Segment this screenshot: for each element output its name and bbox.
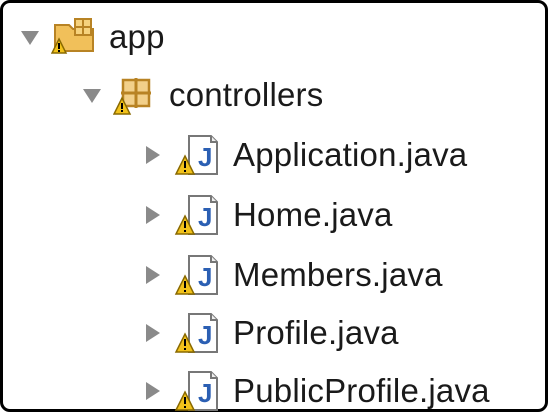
svg-text:J: J xyxy=(198,202,212,232)
package-icon xyxy=(113,72,159,118)
chevron-right-icon[interactable] xyxy=(141,322,163,344)
svg-text:J: J xyxy=(198,378,212,408)
tree-node-file[interactable]: J Home.java xyxy=(141,187,393,243)
svg-text:J: J xyxy=(198,262,212,292)
svg-text:J: J xyxy=(198,142,212,172)
tree-node-controllers[interactable]: controllers xyxy=(81,67,323,123)
tree-node-label: Members.java xyxy=(233,256,443,293)
tree-node-label: Home.java xyxy=(233,196,393,233)
tree-node-file[interactable]: J Members.java xyxy=(141,247,443,303)
chevron-right-icon[interactable] xyxy=(141,264,163,286)
tree-node-label: Application.java xyxy=(233,136,468,173)
java-file-warning-icon: J xyxy=(173,130,223,180)
java-file-warning-icon: J xyxy=(173,250,223,300)
tree-node-label: app xyxy=(109,18,165,55)
svg-text:J: J xyxy=(198,320,212,350)
tree-node-label: Profile.java xyxy=(233,314,399,351)
package-folder-icon xyxy=(51,15,99,59)
chevron-down-icon[interactable] xyxy=(19,26,41,48)
package-explorer-tree: app controllers J Application.java J Hom… xyxy=(0,0,548,412)
tree-node-file[interactable]: J PublicProfile.java xyxy=(141,363,490,419)
java-file-warning-icon: J xyxy=(173,190,223,240)
chevron-right-icon[interactable] xyxy=(141,380,163,402)
chevron-right-icon[interactable] xyxy=(141,204,163,226)
tree-node-app[interactable]: app xyxy=(19,9,165,65)
java-file-warning-icon: J xyxy=(173,308,223,358)
tree-node-file[interactable]: J Profile.java xyxy=(141,305,399,361)
java-file-warning-icon: J xyxy=(173,366,223,416)
tree-node-label: controllers xyxy=(169,76,324,113)
chevron-down-icon[interactable] xyxy=(81,84,103,106)
tree-node-label: PublicProfile.java xyxy=(233,372,490,409)
tree-node-file[interactable]: J Application.java xyxy=(141,127,467,183)
chevron-right-icon[interactable] xyxy=(141,144,163,166)
